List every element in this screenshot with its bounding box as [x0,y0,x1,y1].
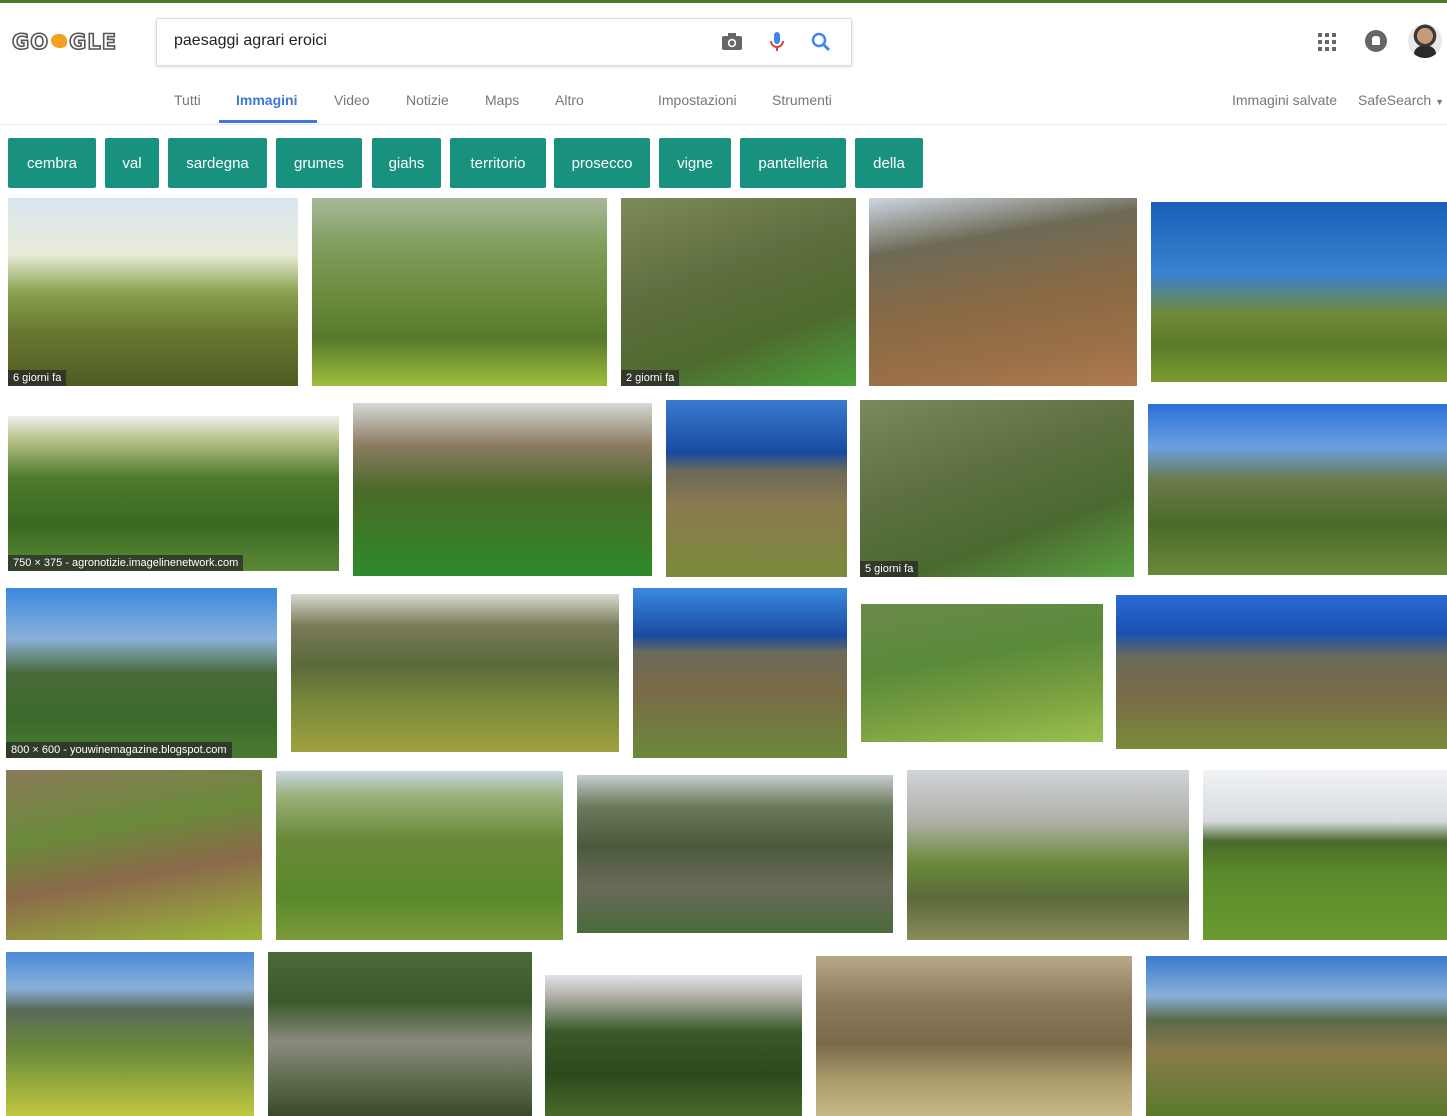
saved-images-link[interactable]: Immagini salvate [1232,92,1337,108]
tab-impostazioni[interactable]: Impostazioni [658,92,737,108]
search-icon[interactable] [809,30,833,54]
image-caption: 2 giorni fa [621,370,680,386]
doodle-icon [51,34,68,48]
image-result[interactable] [545,975,802,1116]
image-result[interactable] [869,198,1137,386]
tab-altro[interactable]: Altro [555,92,584,108]
caret-down-icon: ▼ [1435,97,1444,107]
chip-della[interactable]: della [855,138,923,188]
image-result[interactable] [1116,595,1447,749]
image-result[interactable] [6,770,262,940]
tab-immagini[interactable]: Immagini [236,92,297,108]
chip-cembra[interactable]: cembra [8,138,96,188]
image-result[interactable] [276,771,563,940]
top-border [0,0,1447,3]
image-caption: 750 × 375 - agronotizie.imagelinenetwork… [8,555,244,571]
tab-video[interactable]: Video [334,92,370,108]
chip-prosecco[interactable]: prosecco [554,138,650,188]
image-result[interactable] [861,604,1103,742]
search-box[interactable]: paesaggi agrari eroici [156,18,852,66]
chip-vigne[interactable]: vigne [659,138,731,188]
image-result[interactable] [1203,770,1447,940]
chip-grumes[interactable]: grumes [276,138,362,188]
image-result[interactable] [666,400,847,577]
image-result[interactable] [577,775,893,933]
search-tabs: Tutti Immagini Video Notizie Maps Altro … [0,84,1447,125]
image-result[interactable]: 800 × 600 - youwinemagazine.blogspot.com [6,588,277,758]
image-result[interactable] [312,198,607,386]
tab-tutti[interactable]: Tutti [174,92,201,108]
image-result[interactable] [268,952,532,1116]
image-caption: 5 giorni fa [860,561,919,577]
image-result[interactable]: 750 × 375 - agronotizie.imagelinenetwork… [8,416,339,571]
camera-icon[interactable] [720,30,744,54]
image-result[interactable] [1148,404,1447,575]
image-result[interactable] [633,588,847,758]
image-result[interactable]: 5 giorni fa [860,400,1134,577]
active-tab-indicator [219,120,317,123]
tab-maps[interactable]: Maps [485,92,519,108]
chip-pantelleria[interactable]: pantelleria [740,138,846,188]
image-caption: 800 × 600 - youwinemagazine.blogspot.com [6,742,232,758]
tab-notizie[interactable]: Notizie [406,92,449,108]
image-result[interactable] [1146,956,1447,1116]
chip-giahs[interactable]: giahs [372,138,441,188]
search-input[interactable]: paesaggi agrari eroici [174,32,327,50]
notifications-icon[interactable] [1365,30,1387,52]
microphone-icon[interactable] [765,30,789,54]
image-result[interactable]: 6 giorni fa [8,198,298,386]
image-result[interactable] [6,952,254,1116]
image-caption: 6 giorni fa [8,370,67,386]
image-result[interactable] [1151,202,1447,382]
image-result[interactable] [353,403,652,576]
chip-val[interactable]: val [105,138,159,188]
safesearch-menu[interactable]: SafeSearch ▼ [1358,92,1444,108]
apps-grid-icon[interactable] [1318,33,1336,51]
chip-territorio[interactable]: territorio [450,138,546,188]
image-result[interactable]: 2 giorni fa [621,198,856,386]
avatar[interactable] [1408,24,1442,58]
chip-sardegna[interactable]: sardegna [168,138,267,188]
image-result[interactable] [907,770,1189,940]
image-result[interactable] [816,956,1132,1116]
image-result[interactable] [291,594,619,752]
google-logo[interactable]: GO GLE [11,29,117,55]
tab-strumenti[interactable]: Strumenti [772,92,832,108]
